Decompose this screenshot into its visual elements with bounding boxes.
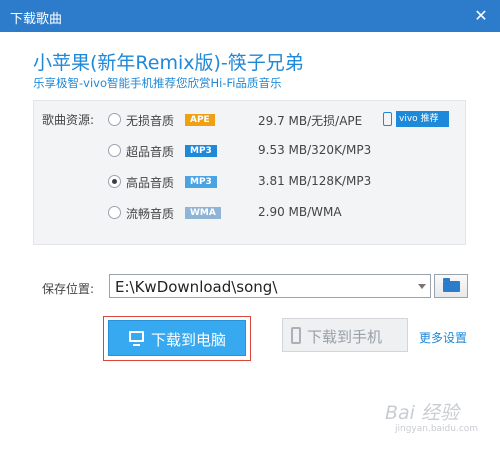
quality-option-lossless[interactable]: 无损音质 APE 29.7 MB/无损/APE xyxy=(108,111,468,129)
save-location-label: 保存位置: xyxy=(42,282,95,296)
watermark-logo: Bai 经验 xyxy=(385,402,459,424)
format-badge: MP3 xyxy=(185,145,217,157)
mobile-phone-icon xyxy=(291,327,301,344)
quality-label: 无损音质 xyxy=(126,114,175,128)
chevron-down-icon[interactable] xyxy=(418,284,426,289)
file-size: 3.81 MB/128K/MP3 xyxy=(258,174,372,188)
watermark: Bai 经验 jingyan.baidu.com xyxy=(385,398,495,442)
quality-label: 超品音质 xyxy=(126,145,175,159)
quality-option-smooth[interactable]: 流畅音质 WMA 2.90 MB/WMA xyxy=(108,204,468,222)
radio-lossless[interactable] xyxy=(108,113,121,126)
folder-icon xyxy=(443,278,460,292)
quality-label: 高品音质 xyxy=(126,176,175,190)
more-settings-link[interactable]: 更多设置 xyxy=(419,329,467,346)
radio-smooth[interactable] xyxy=(108,206,121,219)
quality-option-super[interactable]: 超品音质 MP3 9.53 MB/320K/MP3 xyxy=(108,142,468,160)
browse-folder-button[interactable] xyxy=(434,274,468,298)
watermark-url: jingyan.baidu.com xyxy=(395,424,479,434)
download-to-phone-label: 下载到手机 xyxy=(307,328,383,346)
format-badge: WMA xyxy=(185,207,221,219)
save-path-value: E:\KwDownload\song\ xyxy=(115,278,278,296)
download-to-phone-button[interactable]: 下载到手机 xyxy=(282,318,408,352)
song-subtitle: 乐享极智-vivo智能手机推荐您欣赏Hi-Fi品质音乐 xyxy=(33,76,282,90)
file-size: 29.7 MB/无损/APE xyxy=(258,114,363,128)
file-size: 2.90 MB/WMA xyxy=(258,205,342,219)
radio-super[interactable] xyxy=(108,144,121,157)
source-label: 歌曲资源: xyxy=(42,113,95,127)
format-badge: MP3 xyxy=(185,176,217,188)
download-to-pc-label: 下载到电脑 xyxy=(151,331,227,349)
monitor-icon xyxy=(129,331,144,346)
format-badge: APE xyxy=(185,114,215,126)
quality-option-high[interactable]: 高品音质 MP3 3.81 MB/128K/MP3 xyxy=(108,173,468,191)
quality-label: 流畅音质 xyxy=(126,207,175,221)
download-to-pc-button[interactable]: 下载到电脑 xyxy=(108,320,246,356)
close-icon[interactable]: ✕ xyxy=(472,7,490,25)
window-title: 下载歌曲 xyxy=(10,12,63,27)
title-bar: 下载歌曲 ✕ xyxy=(0,0,500,32)
file-size: 9.53 MB/320K/MP3 xyxy=(258,143,372,157)
radio-high[interactable] xyxy=(108,175,121,188)
save-path-select[interactable]: E:\KwDownload\song\ xyxy=(109,274,431,298)
song-title: 小苹果(新年Remix版)-筷子兄弟 xyxy=(33,52,304,74)
